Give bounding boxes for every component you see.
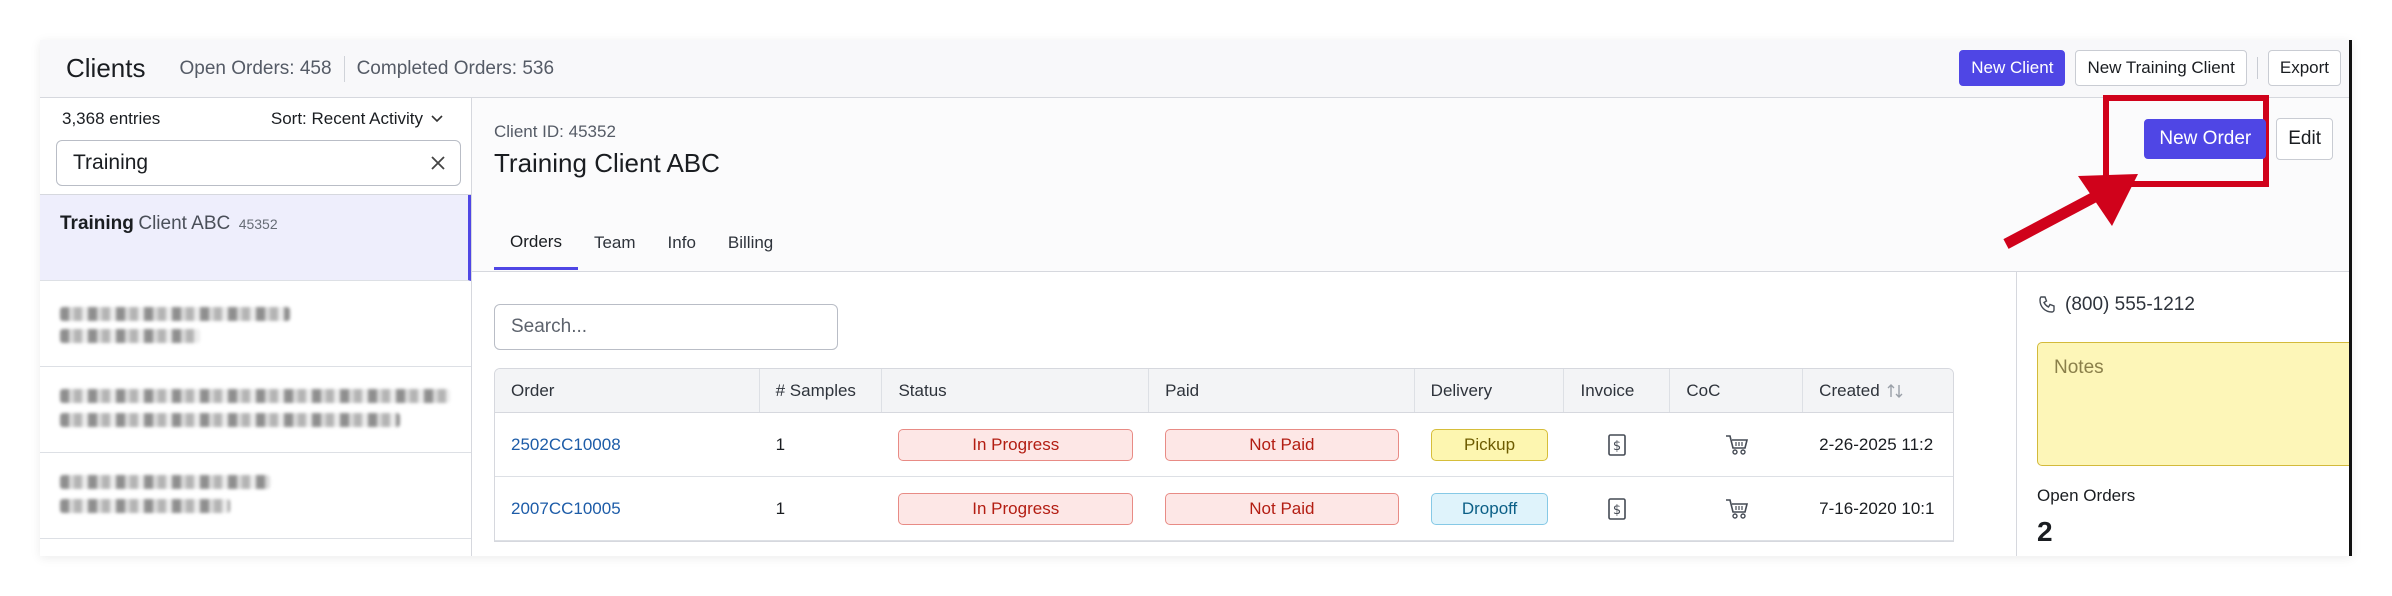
list-item[interactable]: Training Client ABC 45352: [40, 195, 471, 281]
client-info-panel: (800) 555-1212 Notes Open Orders 2: [2016, 272, 2349, 556]
order-link[interactable]: 2007CC10005: [495, 477, 760, 540]
invoice-dollar-icon[interactable]: $: [1607, 433, 1627, 457]
delivery-cell: Pickup: [1415, 413, 1565, 476]
orders-table: Order # Samples Status Paid Delivery Inv…: [494, 368, 1954, 542]
list-item-redacted[interactable]: [40, 367, 471, 453]
column-header[interactable]: Order: [495, 369, 760, 412]
table-row[interactable]: 2502CC10008 1 In Progress Not Paid Picku…: [495, 413, 1953, 477]
client-name-rest: Client ABC: [138, 213, 231, 234]
delivery-badge: Dropoff: [1430, 492, 1549, 525]
client-sidebar: 3,368 entries Sort: Recent Activity Trai…: [40, 98, 472, 556]
column-header[interactable]: Status: [882, 369, 1150, 412]
delivery-badge: Pickup: [1430, 428, 1549, 461]
sort-label: Sort: Recent Activity: [270, 109, 423, 128]
client-tabs: Orders Team Info Billing: [494, 216, 789, 272]
divider: [2256, 57, 2258, 79]
coc-cell: [1670, 413, 1803, 476]
app-window: Clients Open Orders: 458 Completed Order…: [40, 40, 2352, 556]
client-list: Training Client ABC 45352: [40, 194, 471, 539]
invoice-cell: $: [1564, 477, 1670, 540]
clear-icon[interactable]: [430, 155, 446, 171]
column-header[interactable]: Delivery: [1415, 369, 1565, 412]
list-item-redacted[interactable]: [40, 281, 471, 367]
open-orders-label: Open Orders: [2037, 486, 2136, 505]
column-header-created[interactable]: Created: [1803, 369, 1953, 412]
notes-field[interactable]: Notes: [2037, 342, 2349, 466]
redacted-text: [60, 499, 230, 513]
column-header[interactable]: Paid: [1149, 369, 1415, 412]
client-header: Client ID: 45352 Training Client ABC Ord…: [472, 95, 2349, 272]
sample-count: 1: [775, 434, 786, 454]
paid-badge: Not Paid: [1165, 492, 1399, 525]
redacted-text: [60, 307, 290, 321]
export-button[interactable]: Export: [2267, 50, 2341, 86]
sort-icon: [1887, 383, 1903, 398]
orders-search-placeholder: Search...: [511, 316, 588, 337]
new-order-button[interactable]: New Order: [2144, 119, 2267, 159]
invoice-dollar-icon[interactable]: $: [1607, 497, 1627, 521]
open-orders-count: 2: [2037, 516, 2053, 547]
edit-button[interactable]: Edit: [2276, 118, 2333, 160]
created-date: 2-26-2025 11:2: [1819, 434, 1934, 454]
client-name-match: Training: [60, 213, 134, 234]
client-search-input[interactable]: Training: [56, 140, 461, 186]
invoice-cell: $: [1564, 413, 1670, 476]
table-row[interactable]: 2007CC10005 1 In Progress Not Paid Dropo…: [495, 477, 1953, 541]
entries-count: 3,368 entries: [62, 109, 161, 128]
order-link[interactable]: 2502CC10008: [495, 413, 760, 476]
client-detail: Client ID: 45352 Training Client ABC Ord…: [472, 95, 2349, 556]
redacted-text: [60, 329, 200, 343]
new-client-button[interactable]: New Client: [1959, 50, 2066, 86]
client-search-value: Training: [73, 151, 149, 174]
status-cell: In Progress: [882, 413, 1149, 476]
page-title: Clients: [66, 53, 146, 83]
client-id: 45352: [238, 216, 278, 232]
status-cell: In Progress: [882, 477, 1149, 540]
column-header[interactable]: # Samples: [760, 369, 883, 412]
completed-orders-stat: Completed Orders: 536: [356, 57, 555, 79]
top-bar: Clients Open Orders: 458 Completed Order…: [40, 40, 2349, 98]
orders-search-input[interactable]: Search...: [494, 304, 838, 350]
table-header: Order # Samples Status Paid Delivery Inv…: [495, 369, 1953, 413]
cart-icon[interactable]: [1725, 434, 1749, 456]
chevron-down-icon: [431, 115, 443, 123]
notes-placeholder: Notes: [2054, 357, 2104, 378]
paid-cell: Not Paid: [1149, 477, 1415, 540]
cart-icon[interactable]: [1725, 498, 1749, 520]
svg-text:$: $: [1613, 503, 1621, 518]
list-item-redacted[interactable]: [40, 453, 471, 539]
redacted-text: [60, 413, 400, 427]
paid-badge: Not Paid: [1165, 428, 1399, 461]
new-training-client-button[interactable]: New Training Client: [2075, 50, 2247, 86]
client-name: Training Client ABC: [494, 148, 720, 178]
phone-number[interactable]: (800) 555-1212: [2037, 294, 2195, 316]
status-badge: In Progress: [898, 492, 1134, 525]
coc-cell: [1670, 477, 1803, 540]
svg-text:$: $: [1613, 439, 1621, 454]
redacted-text: [60, 475, 270, 489]
sort-dropdown[interactable]: Sort: Recent Activity: [271, 109, 443, 129]
tab-orders[interactable]: Orders: [494, 216, 578, 270]
top-actions: New Client New Training Client Export: [1959, 50, 2341, 86]
column-header[interactable]: Invoice: [1564, 369, 1671, 412]
created-date: 7-16-2020 10:1: [1819, 498, 1935, 518]
delivery-cell: Dropoff: [1415, 477, 1565, 540]
column-header-label: Created: [1819, 380, 1880, 400]
status-badge: In Progress: [898, 428, 1134, 461]
redacted-text: [60, 389, 450, 403]
phone-icon: [2039, 296, 2055, 313]
client-id-label: Client ID: 45352: [494, 122, 616, 141]
tab-info[interactable]: Info: [652, 216, 712, 270]
phone-text: (800) 555-1212: [2065, 294, 2195, 315]
client-actions: New Order Edit: [2144, 118, 2333, 160]
column-header[interactable]: CoC: [1670, 369, 1804, 412]
tab-team[interactable]: Team: [578, 216, 652, 270]
sample-count: 1: [775, 498, 786, 518]
open-orders-stat: Open Orders: 458: [179, 57, 332, 79]
sidebar-meta: 3,368 entries Sort: Recent Activity: [40, 98, 471, 140]
tab-billing[interactable]: Billing: [712, 216, 789, 270]
paid-cell: Not Paid: [1149, 413, 1415, 476]
orders-content: Search... Order # Samples Status Paid De…: [472, 272, 1984, 556]
